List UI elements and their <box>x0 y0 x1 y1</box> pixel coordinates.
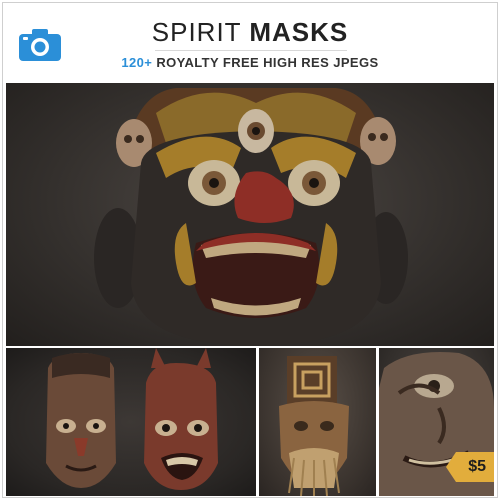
divider <box>155 50 347 51</box>
page-title: SPIRIT MASKS <box>3 17 497 47</box>
header: SPIRIT MASKS 120+ ROYALTY FREE HIGH RES … <box>3 3 497 83</box>
thumbnail-2 <box>259 348 376 496</box>
price-label: $5 <box>468 458 486 475</box>
title-bold: MASKS <box>249 17 349 47</box>
subtitle-count: 120+ <box>121 55 153 70</box>
preview-card: SPIRIT MASKS 120+ ROYALTY FREE HIGH RES … <box>2 2 498 498</box>
hero-image <box>6 83 494 346</box>
subtitle-text: ROYALTY FREE HIGH RES JPEGS <box>156 55 379 70</box>
subtitle: 120+ ROYALTY FREE HIGH RES JPEGS <box>3 55 497 71</box>
thumbnail-1 <box>6 348 256 496</box>
title-light: SPIRIT <box>151 17 242 47</box>
thumbnail-3: $5 <box>379 348 494 496</box>
